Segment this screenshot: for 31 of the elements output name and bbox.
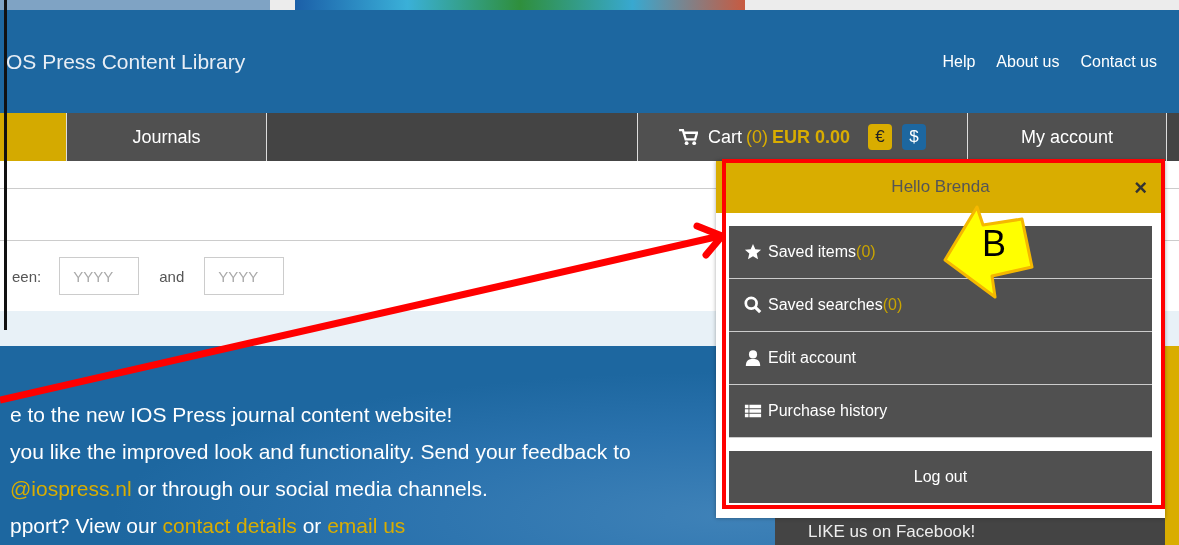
facebook-text: LIKE us on Facebook!: [808, 522, 976, 542]
welcome-text: @iospress.nl or through our social media channels.: [10, 476, 488, 502]
menu-item[interactable]: Edit account: [729, 332, 1152, 385]
greeting-text: Hello Brenda: [891, 177, 990, 197]
year-from-field[interactable]: YYYY: [59, 257, 140, 295]
cart-button[interactable]: Cart (0) EUR 0.00 € $: [637, 113, 968, 161]
menu-item[interactable]: Saved searches(0): [729, 279, 1152, 332]
logout-button[interactable]: Log out: [729, 451, 1152, 503]
search-icon: [744, 296, 762, 314]
star-icon: [744, 243, 762, 261]
year-to-field[interactable]: YYYY: [204, 257, 285, 295]
welcome-text: pport? View our contact details or email us: [10, 513, 406, 539]
list-icon: [744, 402, 762, 420]
currency-toggle[interactable]: $: [902, 124, 927, 150]
account-tab[interactable]: My account: [968, 113, 1167, 161]
nav-tab[interactable]: Journals: [66, 113, 267, 161]
header-link[interactable]: About us: [996, 52, 1060, 71]
callout-label: B: [982, 226, 1006, 262]
currency-toggle[interactable]: €: [868, 124, 893, 150]
date-range-label: een:: [12, 267, 42, 285]
header-link[interactable]: Contact us: [1080, 52, 1157, 71]
cart-icon: [678, 128, 698, 146]
welcome-text: you like the improved look and functionality. Send your feedback to: [10, 439, 631, 465]
and-label: and: [159, 267, 185, 285]
site-logo-text: OS Press Content Library: [6, 49, 246, 74]
nav-tab[interactable]: [0, 113, 66, 161]
close-button[interactable]: ×: [1134, 177, 1147, 199]
user-icon: [744, 349, 762, 367]
header-link[interactable]: Help: [942, 52, 976, 71]
welcome-text: e to the new IOS Press journal content website!: [10, 402, 453, 428]
menu-item[interactable]: Purchase history: [729, 385, 1152, 438]
